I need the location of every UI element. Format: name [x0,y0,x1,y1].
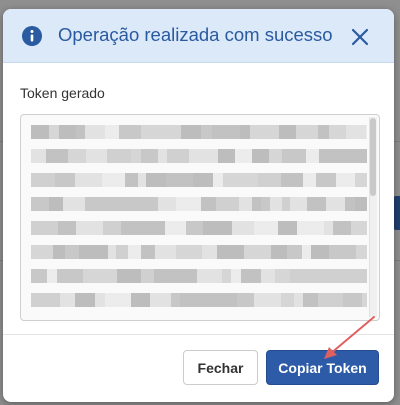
token-line [31,245,367,259]
info-icon [22,26,42,46]
token-line [31,149,367,163]
token-line [31,269,367,283]
token-blurred-text [31,125,367,313]
modal-title: Operação realizada com sucesso [58,24,333,45]
scrollbar-thumb[interactable] [370,118,376,196]
token-line [31,221,367,235]
close-button[interactable]: Fechar [183,350,258,385]
token-textarea[interactable] [20,114,380,321]
success-modal: Operação realizada com sucesso Token ger… [3,9,394,402]
footer-divider [3,334,394,335]
token-line [31,197,367,211]
token-line [31,125,367,139]
token-line [31,293,367,307]
copy-token-button[interactable]: Copiar Token [266,350,379,385]
token-label: Token gerado [20,85,105,101]
backdrop-button-edge [393,196,400,230]
close-icon[interactable] [350,27,370,47]
modal-header: Operação realizada com sucesso [3,9,394,63]
token-line [31,173,367,187]
